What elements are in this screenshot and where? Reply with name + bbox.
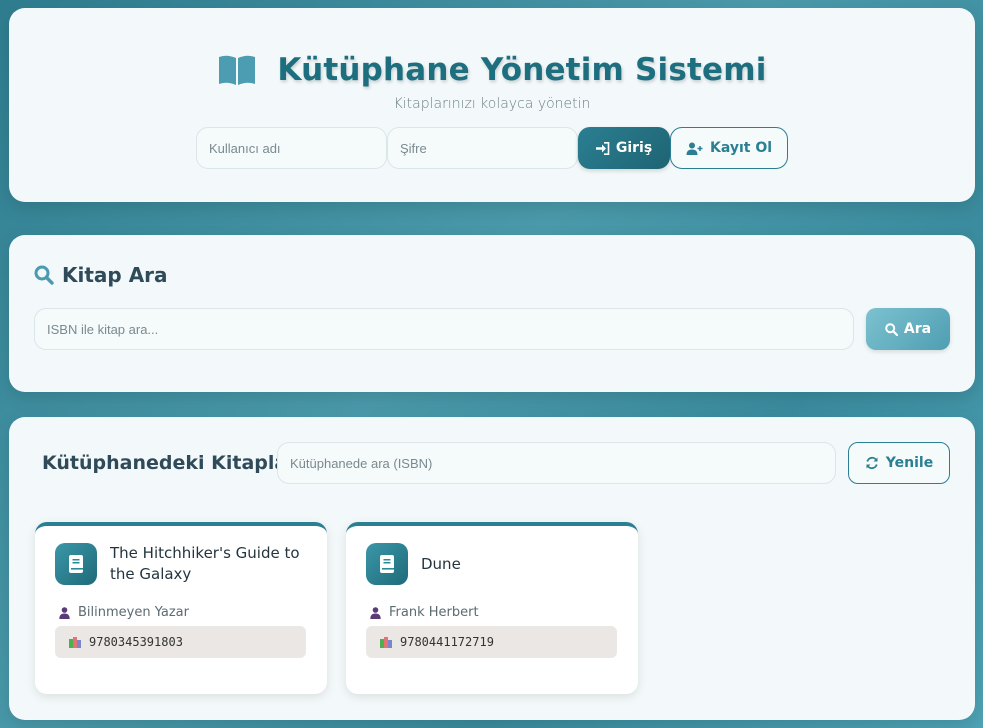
- book-icon: [366, 543, 408, 585]
- books-stack-icon: [69, 636, 81, 648]
- user-icon: [59, 606, 70, 619]
- book-isbn-value: 9780345391803: [89, 635, 183, 649]
- book-icon: [55, 543, 97, 585]
- user-plus-icon: [686, 142, 703, 155]
- book-author-name: Bilinmeyen Yazar: [78, 605, 189, 620]
- book-card[interactable]: Dune Frank Herbert 9780441172719: [346, 522, 638, 694]
- book-author: Bilinmeyen Yazar: [59, 605, 189, 620]
- book-isbn: 9780345391803: [55, 626, 306, 658]
- search-title: Kitap Ara: [62, 263, 168, 287]
- login-form: Giriş Kayıt Ol: [196, 127, 788, 169]
- header-card: Kütüphane Yönetim Sistemi Kitaplarınızı …: [9, 8, 975, 202]
- book-author: Frank Herbert: [370, 605, 479, 620]
- user-icon: [370, 606, 381, 619]
- refresh-icon: [866, 456, 878, 470]
- library-card: Kütüphanedeki Kitaplar Yenile The: [9, 417, 975, 720]
- password-input[interactable]: [387, 127, 578, 169]
- username-input[interactable]: [196, 127, 387, 169]
- login-button-label: Giriş: [615, 140, 653, 156]
- search-button-label: Ara: [903, 321, 932, 337]
- app-title-row: Kütüphane Yönetim Sistemi: [9, 52, 975, 88]
- library-title: Kütüphanedeki Kitaplar: [42, 452, 297, 474]
- app-title: Kütüphane Yönetim Sistemi: [277, 52, 767, 88]
- refresh-button[interactable]: Yenile: [848, 442, 950, 484]
- search-icon: [885, 322, 898, 336]
- search-button[interactable]: Ara: [866, 308, 950, 350]
- search-section-title: Kitap Ara: [34, 263, 168, 287]
- book-header: Dune: [366, 543, 621, 585]
- register-button[interactable]: Kayıt Ol: [670, 127, 788, 169]
- book-title: The Hitchhiker's Guide to the Galaxy: [110, 544, 300, 583]
- book-author-name: Frank Herbert: [389, 605, 479, 620]
- book-isbn-value: 9780441172719: [400, 635, 494, 649]
- open-book-icon: [219, 55, 256, 85]
- book-card[interactable]: The Hitchhiker's Guide to the Galaxy Bil…: [35, 522, 327, 694]
- sign-in-icon: [595, 141, 610, 155]
- isbn-search-input[interactable]: [34, 308, 854, 350]
- book-header: The Hitchhiker's Guide to the Galaxy: [55, 543, 310, 585]
- book-list: The Hitchhiker's Guide to the Galaxy Bil…: [35, 522, 638, 694]
- refresh-button-label: Yenile: [885, 455, 934, 471]
- register-button-label: Kayıt Ol: [709, 140, 773, 156]
- login-button[interactable]: Giriş: [578, 127, 670, 169]
- book-title: Dune: [421, 554, 461, 573]
- book-isbn: 9780441172719: [366, 626, 617, 658]
- app-subtitle: Kitaplarınızı kolayca yönetin: [393, 96, 591, 112]
- search-icon: [34, 265, 54, 285]
- books-stack-icon: [380, 636, 392, 648]
- book-search-card: Kitap Ara Ara: [9, 235, 975, 392]
- library-search-input[interactable]: [277, 442, 836, 484]
